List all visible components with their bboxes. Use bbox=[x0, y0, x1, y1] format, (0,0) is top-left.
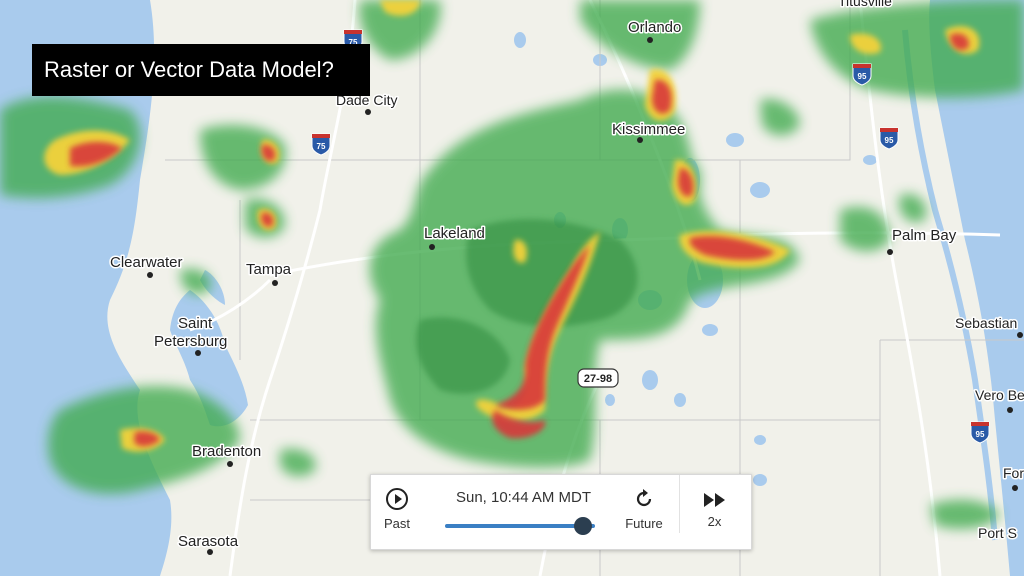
us-route-shield-27-98: 27-98 bbox=[577, 368, 619, 388]
city-label-palm-bay: Palm Bay bbox=[892, 227, 957, 244]
svg-text:95: 95 bbox=[858, 72, 867, 81]
interstate-shield-95-mid: 95 bbox=[879, 127, 899, 150]
city-label-bradenton: Bradenton bbox=[192, 443, 261, 460]
past-label: Past bbox=[383, 516, 410, 531]
svg-text:27-98: 27-98 bbox=[584, 373, 612, 385]
city-label-sarasota: Sarasota bbox=[178, 533, 239, 550]
timeline-slider-thumb[interactable] bbox=[574, 517, 592, 535]
timeline-slider-track[interactable] bbox=[445, 524, 595, 528]
future-label: Future bbox=[625, 516, 663, 531]
svg-text:95: 95 bbox=[885, 136, 894, 145]
city-label-tampa: Tampa bbox=[246, 261, 292, 278]
interstate-shield-95-low: 95 bbox=[970, 421, 990, 444]
city-label-port: Port S bbox=[978, 525, 1017, 541]
city-label-petersburg: Petersburg bbox=[154, 333, 227, 350]
future-button[interactable]: Future bbox=[621, 487, 667, 531]
interstate-shield-75-mid: 75 bbox=[311, 133, 331, 156]
svg-text:75: 75 bbox=[317, 142, 326, 151]
city-label-vero-beach: Vero Be bbox=[975, 387, 1024, 403]
interstate-shield-95-top: 95 bbox=[852, 63, 872, 86]
play-icon bbox=[386, 488, 408, 510]
speed-label: 2x bbox=[707, 514, 722, 529]
city-label-orlando: Orlando bbox=[628, 19, 681, 36]
past-button[interactable]: Past bbox=[379, 487, 415, 531]
refresh-icon bbox=[636, 489, 652, 507]
timestamp-label: Sun, 10:44 AM MDT bbox=[455, 489, 592, 506]
city-label-kissimmee: Kissimmee bbox=[612, 121, 685, 138]
speed-button[interactable]: 2x bbox=[679, 475, 749, 533]
radar-playback-control: Past Sun, 10:44 AM MDT Future 2x bbox=[370, 474, 752, 550]
city-label-fort: For bbox=[1003, 465, 1024, 481]
svg-text:95: 95 bbox=[976, 430, 985, 439]
city-label-clearwater: Clearwater bbox=[110, 254, 183, 271]
slide-title: Raster or Vector Data Model? bbox=[32, 44, 370, 96]
city-label-lakeland: Lakeland bbox=[424, 225, 485, 242]
city-label-saint: Saint bbox=[178, 315, 213, 332]
city-label-titusville: Titusville bbox=[838, 0, 892, 9]
fast-forward-icon bbox=[703, 493, 725, 507]
city-label-sebastian: Sebastian bbox=[955, 315, 1017, 331]
